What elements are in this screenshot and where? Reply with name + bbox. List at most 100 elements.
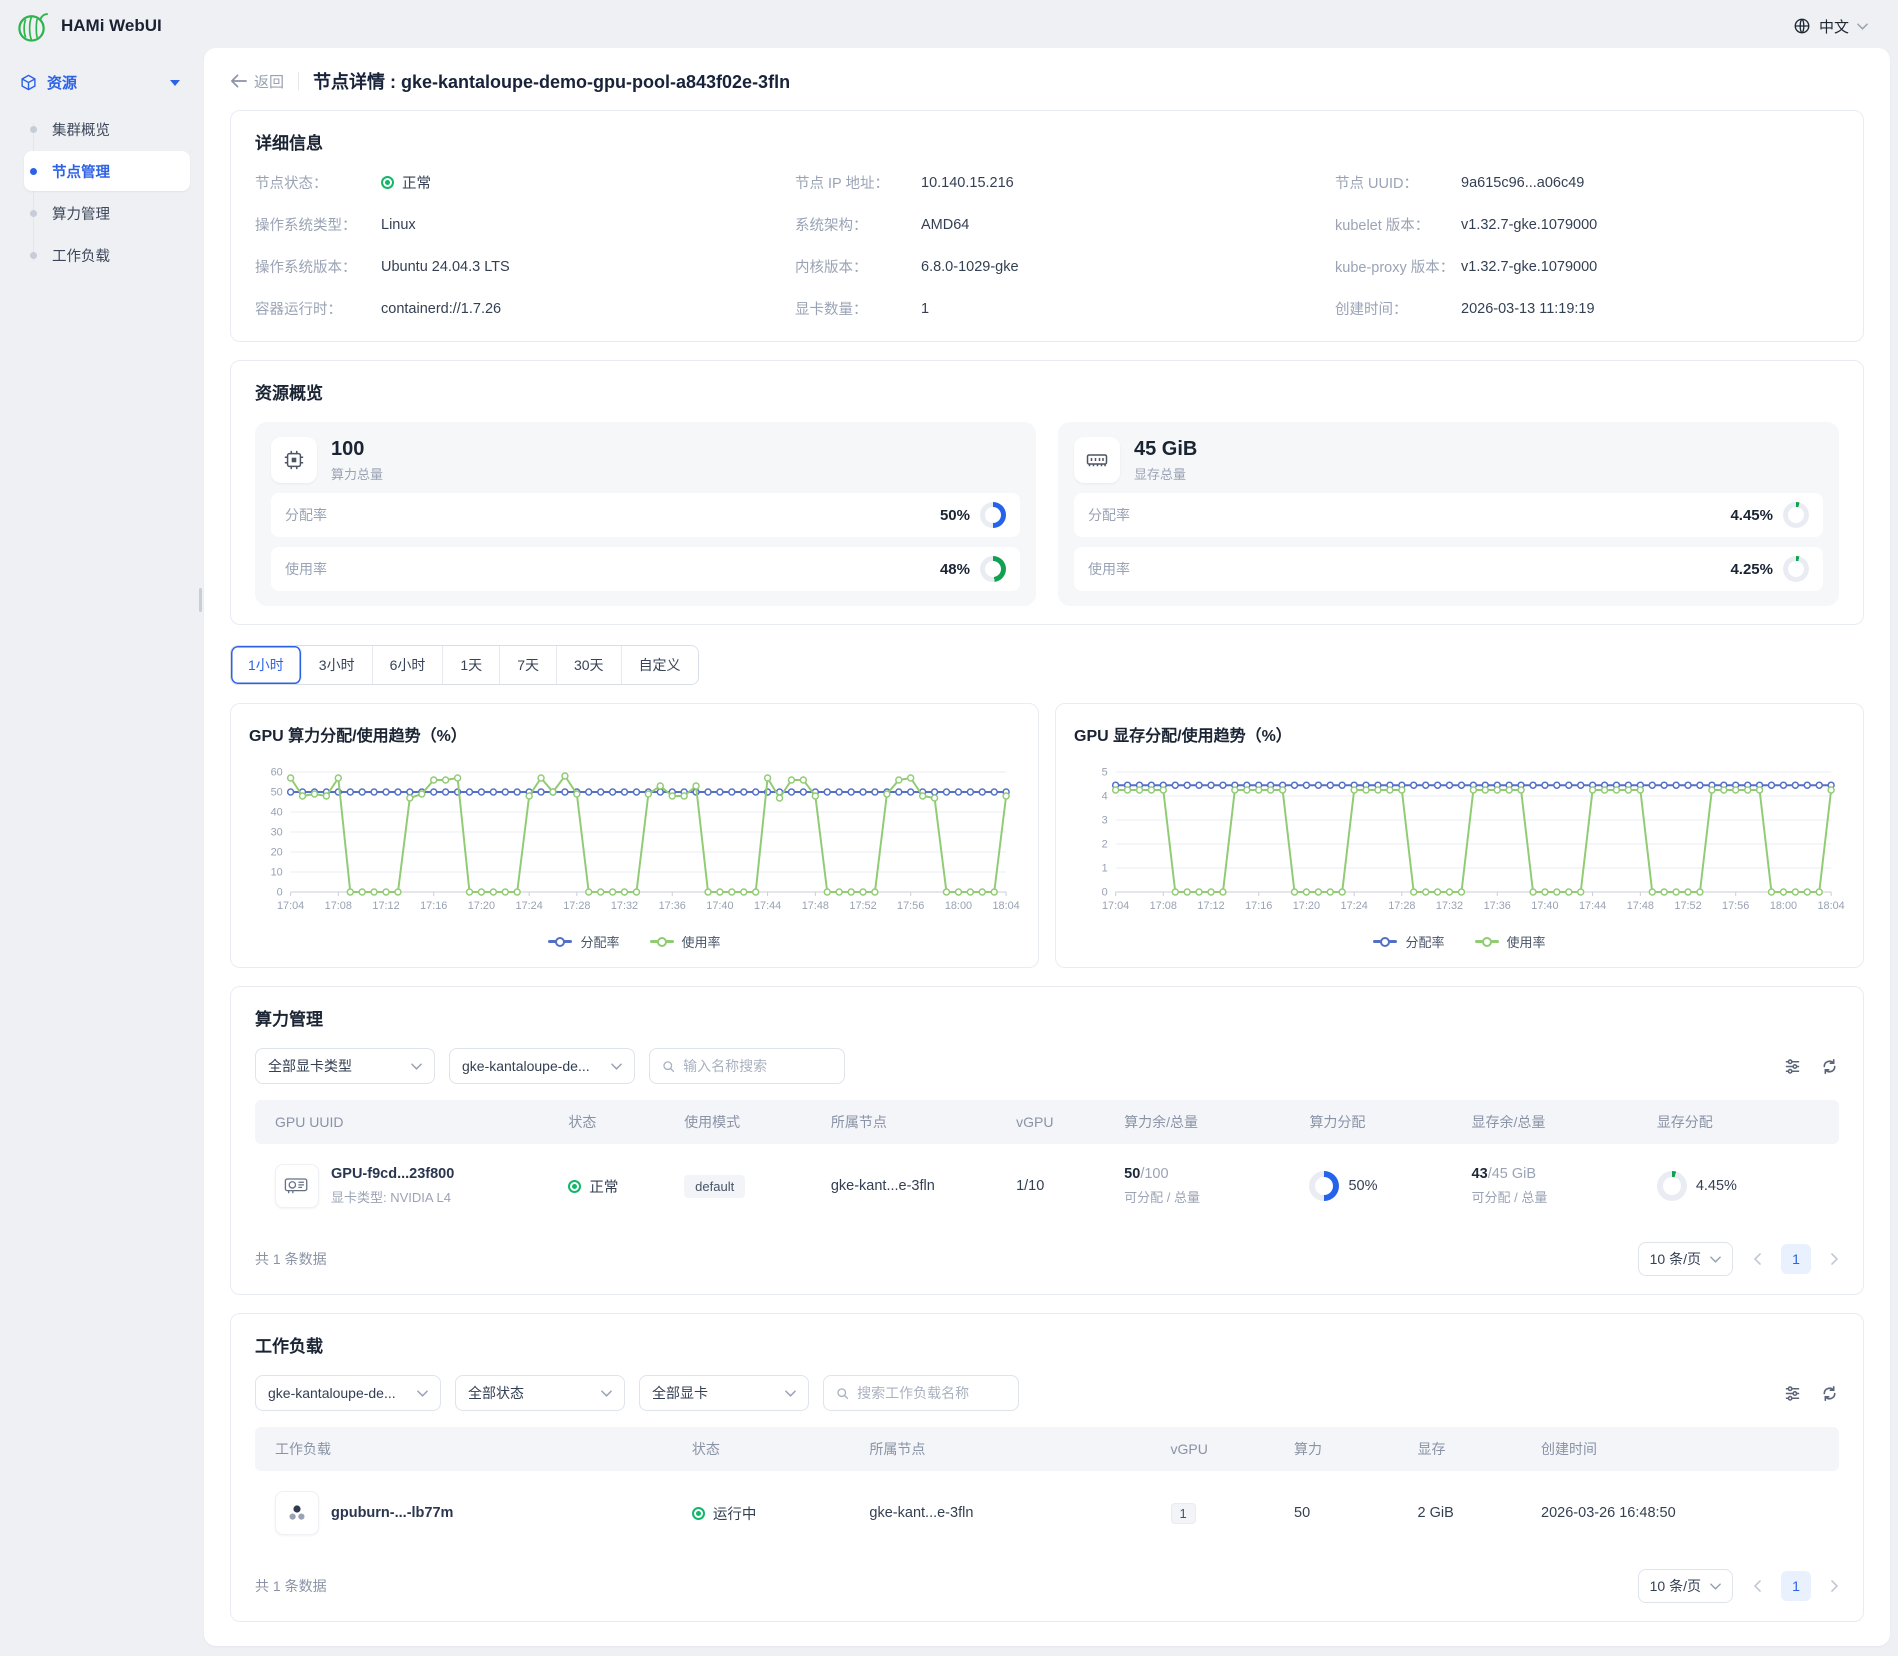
next-page-icon[interactable]: [1831, 1580, 1839, 1592]
svg-text:50: 50: [271, 786, 283, 798]
svg-text:18:00: 18:00: [1770, 900, 1797, 912]
time-tab-30d[interactable]: 30天: [557, 646, 622, 684]
time-tab-7d[interactable]: 7天: [500, 646, 557, 684]
gpu-card-icon: [275, 1164, 319, 1208]
refresh-icon[interactable]: [1820, 1384, 1839, 1403]
legend-alloc[interactable]: 分配率: [548, 932, 619, 951]
legend-marker-icon: [548, 940, 572, 943]
workload-search[interactable]: [823, 1375, 1019, 1411]
sidebar-item-cluster-overview[interactable]: 集群概览: [24, 109, 190, 149]
page-number[interactable]: 1: [1781, 1244, 1811, 1274]
prev-page-icon[interactable]: [1753, 1580, 1761, 1592]
language-selector[interactable]: 中文: [1793, 16, 1868, 37]
svg-text:1: 1: [1102, 862, 1108, 874]
memory-alloc-row: 分配率 4.45%: [1074, 493, 1823, 537]
svg-text:17:04: 17:04: [277, 900, 304, 912]
compute-filters: 全部显卡类型 gke-kantaloupe-de...: [255, 1048, 1839, 1084]
gpu-type-select[interactable]: 全部显卡类型: [255, 1048, 435, 1084]
svg-text:18:04: 18:04: [1818, 900, 1845, 912]
status-dot-icon: [692, 1507, 705, 1520]
mem-free-total: 43/45 GiB 可分配 / 总量: [1472, 1166, 1657, 1206]
svg-text:17:52: 17:52: [1674, 900, 1701, 912]
memory-usage-gauge: [1783, 556, 1809, 582]
compute-total-label: 算力总量: [331, 464, 383, 483]
svg-text:17:20: 17:20: [468, 900, 495, 912]
memory-icon: [1074, 437, 1120, 483]
time-tab-1d[interactable]: 1天: [443, 646, 500, 684]
table-toolbar: [1783, 1057, 1839, 1076]
svg-text:30: 30: [271, 826, 283, 838]
legend-marker-icon: [1475, 940, 1499, 943]
sidebar-item-compute-management[interactable]: 算力管理: [24, 193, 190, 233]
workload-status-select[interactable]: 全部状态: [455, 1375, 625, 1411]
workload-table-row[interactable]: gpuburn-...-lb77m 运行中 gke-kant...e-3fln …: [255, 1471, 1839, 1555]
compute-total-card: 100 算力总量 分配率 50% 使用率 48%: [255, 422, 1036, 606]
refresh-icon[interactable]: [1820, 1057, 1839, 1076]
sidebar: 资源 集群概览 节点管理 算力管理 工作负载: [0, 48, 200, 1588]
legend-usage[interactable]: 使用率: [1475, 932, 1546, 951]
svg-text:0: 0: [277, 886, 283, 898]
svg-text:17:48: 17:48: [1627, 900, 1654, 912]
globe-icon: [1793, 17, 1811, 35]
column-settings-icon[interactable]: [1783, 1057, 1802, 1076]
time-tab-custom[interactable]: 自定义: [622, 646, 698, 684]
workload-table-footer: 共 1 条数据 10 条/页 1: [255, 1569, 1839, 1603]
prev-page-icon[interactable]: [1753, 1253, 1761, 1265]
gpu-search[interactable]: [649, 1048, 845, 1084]
legend-marker-icon: [1373, 940, 1397, 943]
workload-status: 运行中: [713, 1503, 757, 1524]
resource-overview-card: 资源概览 100 算力总量: [230, 360, 1864, 625]
node-select[interactable]: gke-kantaloupe-de...: [449, 1048, 635, 1084]
svg-text:17:32: 17:32: [1436, 900, 1463, 912]
gpu-table-row[interactable]: GPU-f9cd...23f800 显卡类型: NVIDIA L4 正常 def…: [255, 1144, 1839, 1228]
page-size-select[interactable]: 10 条/页: [1638, 1242, 1733, 1276]
time-tab-1h[interactable]: 1小时: [231, 646, 302, 684]
field-arch: 系统架构：AMD64: [795, 214, 1299, 235]
header-divider: [298, 72, 299, 90]
workload-name[interactable]: gpuburn-...-lb77m: [331, 1505, 453, 1521]
svg-text:20: 20: [271, 846, 283, 858]
legend-usage[interactable]: 使用率: [650, 932, 721, 951]
search-icon: [662, 1059, 675, 1074]
workload-search-input[interactable]: [857, 1385, 1006, 1401]
gpu-search-input[interactable]: [683, 1058, 832, 1074]
sidebar-item-label: 节点管理: [52, 161, 110, 182]
compute-usage-gauge: [980, 556, 1006, 582]
svg-text:3: 3: [1102, 814, 1108, 826]
page-header: 返回 节点详情 : gke-kantaloupe-demo-gpu-pool-a…: [204, 48, 1890, 110]
sidebar-resize-handle[interactable]: [199, 588, 202, 612]
memory-trend-chart-card: GPU 显存分配/使用趋势（%） 01234517:0417:0817:1217…: [1055, 703, 1864, 968]
sidebar-item-node-management[interactable]: 节点管理: [24, 151, 190, 191]
svg-text:17:12: 17:12: [1197, 900, 1224, 912]
memory-trend-chart: 01234517:0417:0817:1217:1617:2017:2417:2…: [1074, 758, 1845, 928]
svg-text:17:08: 17:08: [325, 900, 352, 912]
svg-text:17:48: 17:48: [802, 900, 829, 912]
workload-node-select[interactable]: gke-kantaloupe-de...: [255, 1375, 441, 1411]
details-grid: 节点状态： 正常 节点 IP 地址：10.140.15.216 节点 UUID：…: [255, 172, 1839, 323]
svg-text:17:36: 17:36: [659, 900, 686, 912]
svg-text:40: 40: [271, 806, 283, 818]
svg-text:18:00: 18:00: [945, 900, 972, 912]
mode-badge: default: [684, 1175, 745, 1198]
svg-text:17:28: 17:28: [563, 900, 590, 912]
sidebar-item-label: 集群概览: [52, 119, 110, 140]
legend-alloc[interactable]: 分配率: [1373, 932, 1444, 951]
time-tab-6h[interactable]: 6小时: [373, 646, 444, 684]
field-node-ip: 节点 IP 地址：10.140.15.216: [795, 172, 1299, 193]
gpu-type: 显卡类型: NVIDIA L4: [331, 1187, 454, 1206]
compute-total-value: 100: [331, 438, 383, 461]
sidebar-section-resources[interactable]: 资源: [10, 64, 190, 101]
sidebar-item-workloads[interactable]: 工作负载: [24, 235, 190, 275]
workload-gpu-select[interactable]: 全部显卡: [639, 1375, 809, 1411]
next-page-icon[interactable]: [1831, 1253, 1839, 1265]
gpu-uuid[interactable]: GPU-f9cd...23f800: [331, 1166, 454, 1182]
workload-table-header: 工作负载 状态 所属节点 vGPU 算力 显存 创建时间: [255, 1427, 1839, 1471]
column-settings-icon[interactable]: [1783, 1384, 1802, 1403]
page-size-select[interactable]: 10 条/页: [1638, 1569, 1733, 1603]
search-icon: [836, 1386, 849, 1401]
sidebar-item-label: 工作负载: [52, 245, 110, 266]
workload-created: 2026-03-26 16:48:50: [1541, 1505, 1819, 1521]
time-tab-3h[interactable]: 3小时: [302, 646, 373, 684]
back-button[interactable]: 返回: [230, 71, 284, 92]
legend-marker-icon: [650, 940, 674, 943]
